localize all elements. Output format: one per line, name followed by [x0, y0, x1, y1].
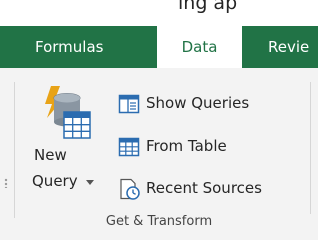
queries-pane-icon — [118, 94, 140, 114]
tab-formulas[interactable]: Formulas — [35, 26, 103, 68]
from-table-label: From Table — [146, 137, 227, 155]
ribbon-group-divider — [310, 82, 311, 214]
top-strip-partial-text: ing ap — [178, 0, 238, 14]
show-queries-label: Show Queries — [146, 94, 250, 112]
ribbon-left-divider — [0, 82, 15, 218]
show-queries-button[interactable]: Show Queries — [116, 90, 304, 118]
top-strip: ing ap — [0, 0, 318, 26]
dropdown-caret-icon[interactable] — [86, 178, 94, 186]
recent-sources-clock-icon — [120, 178, 140, 200]
new-query-label-line1: New — [34, 146, 67, 164]
from-table-button[interactable]: From Table — [116, 133, 304, 161]
tab-data[interactable]: Data — [157, 26, 242, 72]
table-grid-icon — [118, 137, 140, 157]
tab-review[interactable]: Revie — [268, 26, 309, 68]
group-label-get-transform: Get & Transform — [105, 214, 213, 229]
recent-sources-button[interactable]: Recent Sources — [116, 175, 304, 203]
ribbon-tab-bar: Formulas Data Revie — [0, 26, 318, 72]
excel-ribbon-screenshot: ing ap Formulas Data Revie New Query Sho… — [0, 0, 318, 240]
ribbon-left-separator-dots — [4, 178, 8, 188]
new-query-button[interactable]: New Query — [28, 80, 96, 204]
database-with-lightning-icon — [45, 86, 91, 139]
recent-sources-label: Recent Sources — [146, 179, 262, 197]
new-query-label-line2: Query — [32, 172, 78, 190]
